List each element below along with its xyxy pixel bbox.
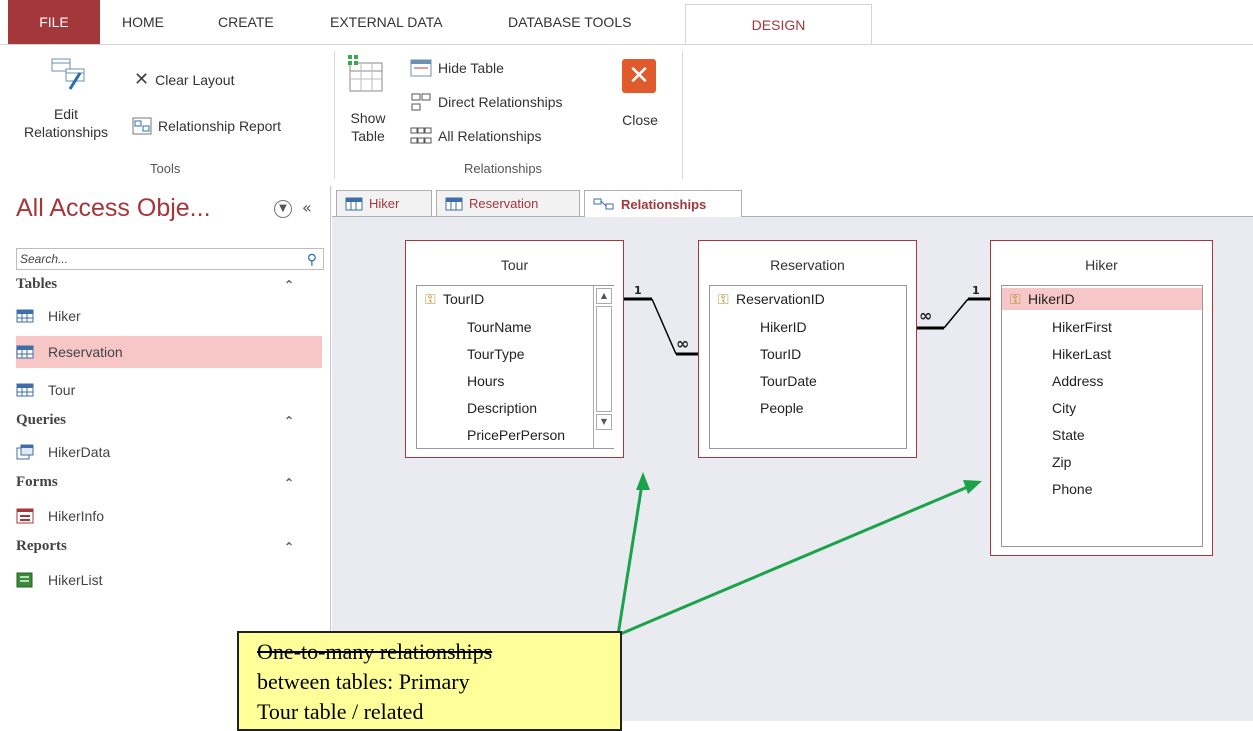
many-marker: ∞: [676, 334, 690, 353]
table-title: Reservation: [770, 257, 845, 273]
callout-line: between tables: Primary: [257, 669, 470, 694]
field-item[interactable]: Hours: [467, 370, 504, 392]
field-item[interactable]: TourType: [467, 343, 525, 365]
reservation-table[interactable]: Reservation ⚿ ReservationID HikerID TourI…: [698, 240, 917, 458]
field-item[interactable]: TourID: [760, 343, 801, 365]
arrowhead: [636, 472, 650, 490]
arrowhead: [963, 480, 982, 494]
field-list[interactable]: ⚿ TourID TourName TourType Hours Descript…: [416, 285, 614, 449]
scroll-thumb[interactable]: [596, 306, 612, 412]
tour-table[interactable]: Tour ⚿ TourID TourName TourType Hours Des…: [405, 240, 624, 458]
field-item[interactable]: HikerFirst: [1052, 316, 1112, 338]
field-item[interactable]: TourName: [467, 316, 532, 338]
table-title: Hiker: [1085, 257, 1118, 273]
field-item[interactable]: City: [1052, 397, 1076, 419]
field-list[interactable]: ⚿ ReservationID HikerID TourID TourDate P…: [709, 285, 907, 449]
field-item[interactable]: People: [760, 397, 804, 419]
field-item[interactable]: PricePerPerson: [467, 424, 565, 446]
key-icon: ⚿: [425, 291, 436, 307]
callout-line: One-to-many relationships: [257, 639, 493, 664]
field-item[interactable]: HikerID: [760, 316, 807, 338]
scrollbar[interactable]: ▲ ▼: [593, 286, 614, 448]
field-item[interactable]: State: [1052, 424, 1085, 446]
field-item[interactable]: Description: [467, 397, 537, 419]
field-item[interactable]: Zip: [1052, 451, 1071, 473]
field-label: ReservationID: [736, 291, 825, 307]
field-label: TourID: [443, 291, 485, 307]
field-item[interactable]: TourDate: [760, 370, 817, 392]
one-marker: 1: [634, 284, 642, 297]
relationship-line[interactable]: [943, 298, 969, 329]
field-item[interactable]: HikerLast: [1052, 343, 1111, 365]
scroll-up-icon[interactable]: ▲: [596, 288, 612, 304]
field-label: HikerID: [1028, 291, 1075, 307]
annotation-arrow: [617, 484, 971, 637]
field-item[interactable]: Address: [1052, 370, 1103, 392]
one-marker: 1: [972, 284, 980, 297]
field-list[interactable]: ⚿ HikerID HikerFirst HikerLast Address Ci…: [1001, 285, 1203, 547]
key-icon: ⚿: [1010, 291, 1021, 307]
field-item[interactable]: ⚿ ReservationID: [718, 288, 825, 310]
key-icon: ⚿: [718, 291, 729, 307]
annotation-callout: One-to-many relationships between tables…: [237, 631, 622, 731]
field-item-selected[interactable]: ⚿ HikerID: [1002, 288, 1202, 310]
scroll-down-icon[interactable]: ▼: [596, 414, 612, 430]
annotation-arrow: [616, 483, 644, 636]
hiker-table[interactable]: Hiker ⚿ HikerID HikerFirst HikerLast Addr…: [990, 240, 1213, 556]
callout-line: Tour table / related: [257, 699, 424, 724]
field-item[interactable]: Phone: [1052, 478, 1092, 500]
field-item[interactable]: ⚿ TourID: [425, 288, 485, 310]
table-title: Tour: [500, 257, 529, 273]
many-marker: ∞: [919, 306, 933, 325]
relationship-line[interactable]: [651, 298, 677, 355]
